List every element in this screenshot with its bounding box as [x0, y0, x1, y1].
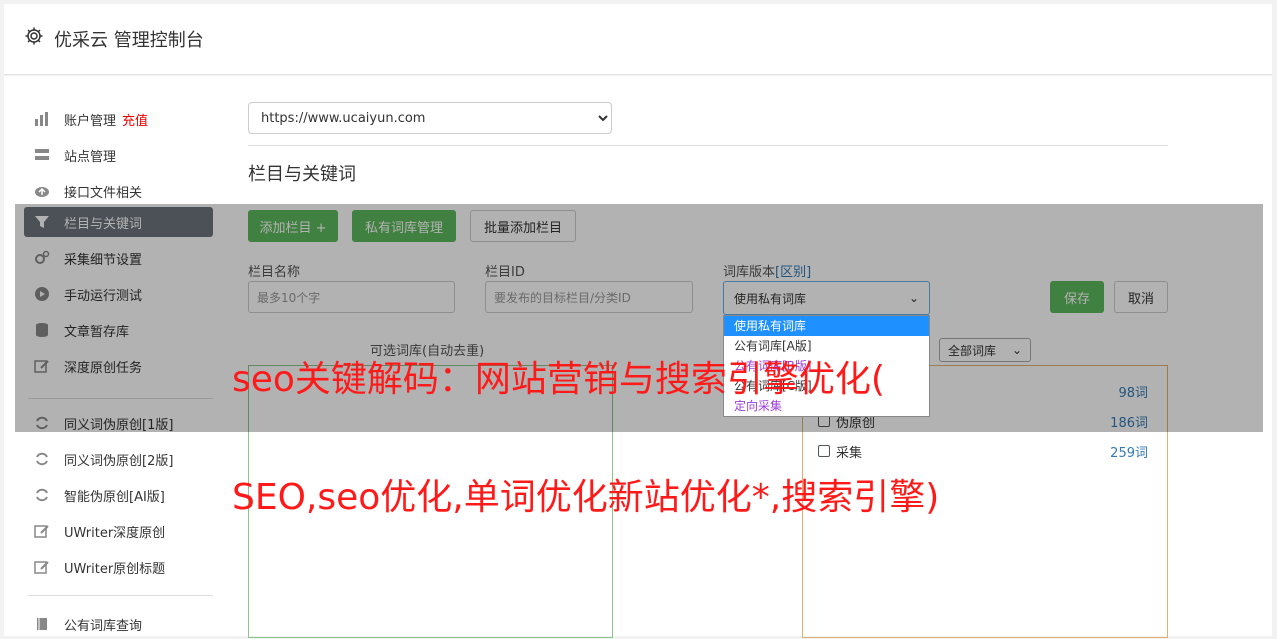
sidebar-item-public-dict[interactable]: 公有词库查询 — [24, 609, 213, 639]
bar-chart-icon — [34, 111, 50, 127]
divider — [248, 145, 1168, 146]
app-header: 优采云 管理控制台 — [4, 4, 1272, 75]
app-title: 优采云 管理控制台 — [54, 30, 204, 51]
recharge-link[interactable]: 充值 — [122, 110, 148, 129]
refresh-icon — [34, 451, 50, 467]
site-select[interactable]: https://www.ucaiyun.com — [248, 102, 612, 134]
sidebar-item-uwriter-deep[interactable]: UWriter深度原创 — [24, 516, 213, 546]
overlay-headline-line2: SEO,seo优化,单词优化新站优化*,搜索引擎) — [232, 477, 940, 518]
edit-icon — [34, 559, 50, 575]
overlay-headline-line1: seo关键解码：网站营销与搜索引擎优化( — [232, 359, 885, 400]
sidebar-item-interface[interactable]: 接口文件相关 — [24, 176, 213, 206]
sidebar-item-label: 账户管理 — [64, 113, 117, 129]
sidebar-item-site[interactable]: 站点管理 — [24, 140, 213, 170]
sidebar-item-label: 公有词库查询 — [64, 618, 143, 634]
server-icon — [34, 147, 50, 163]
sidebar-item-label: UWriter深度原创 — [64, 525, 166, 541]
sidebar-item-label: 站点管理 — [64, 149, 117, 165]
dropdown-option[interactable]: 使用私有词库 — [724, 316, 929, 336]
sidebar-item-account[interactable]: 账户管理 充值 — [24, 104, 213, 134]
dict-row[interactable]: 采集 259词 — [818, 439, 1148, 463]
sidebar-item-label: 接口文件相关 — [64, 185, 143, 201]
sidebar-item-uwriter-title[interactable]: UWriter原创标题 — [24, 552, 213, 582]
sidebar-item-label: UWriter原创标题 — [64, 561, 166, 577]
cloud-upload-icon — [34, 183, 50, 199]
book-icon — [34, 616, 50, 632]
dict-row-label: 采集 — [836, 445, 863, 461]
sidebar-item-synonym-v2[interactable]: 同义词伪原创[2版] — [24, 444, 213, 474]
gear-icon — [25, 27, 43, 45]
sidebar-divider — [28, 595, 213, 596]
sidebar-item-ai-rewrite[interactable]: 智能伪原创[AI版] — [24, 480, 213, 510]
sidebar-item-label: 同义词伪原创[2版] — [64, 453, 174, 469]
sidebar-item-label: 智能伪原创[AI版] — [64, 489, 165, 505]
checkbox[interactable] — [818, 445, 830, 457]
dict-row-count: 259词 — [1110, 445, 1148, 461]
refresh-icon — [34, 487, 50, 503]
edit-icon — [34, 523, 50, 539]
section-title: 栏目与关键词 — [248, 164, 356, 185]
